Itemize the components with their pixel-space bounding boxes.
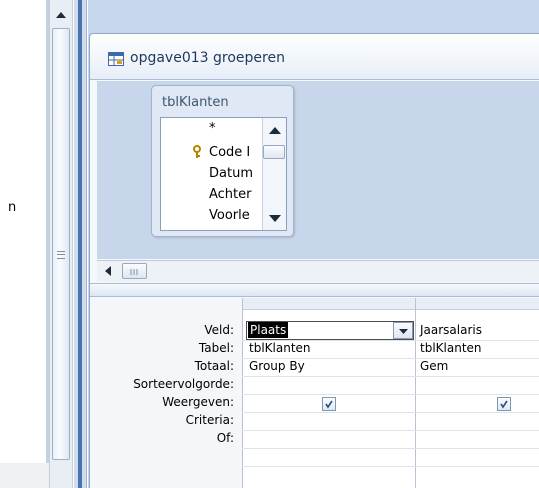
field-list-scrollbar[interactable] xyxy=(262,118,286,230)
grid-row-line xyxy=(242,412,539,413)
grid-row-line xyxy=(242,376,539,377)
tabel-cell-column-1[interactable]: tblKlanten xyxy=(249,341,311,355)
veld-value-selected[interactable]: Plaats xyxy=(248,322,289,338)
grid-row-line xyxy=(242,466,539,467)
field-item[interactable]: Code I xyxy=(209,145,250,160)
totaal-cell-column-2[interactable]: Gem xyxy=(420,359,448,373)
vertical-scroll-thumb[interactable] xyxy=(52,28,70,460)
tabel-cell-column-2[interactable]: tblKlanten xyxy=(420,341,482,355)
primary-key-icon xyxy=(192,145,202,159)
row-label-weergeven: Weergeven: xyxy=(162,395,234,409)
scroll-down-arrow-icon xyxy=(269,215,281,222)
totaal-cell-column-1[interactable]: Group By xyxy=(249,359,305,373)
window-frame-accent xyxy=(78,0,82,488)
field-item[interactable]: Achter xyxy=(209,187,252,202)
grid-row-line xyxy=(242,430,539,431)
row-label-of: Of: xyxy=(216,431,234,445)
dropdown-arrow-icon[interactable] xyxy=(393,322,413,339)
horizontal-scrollbar[interactable] xyxy=(97,260,539,282)
field-item-all[interactable]: * xyxy=(209,121,216,136)
row-label-veld: Veld: xyxy=(204,323,234,337)
veld-cell-column-2[interactable]: Jaarsalaris xyxy=(420,323,482,337)
query-icon xyxy=(108,52,124,66)
row-label-totaal: Totaal: xyxy=(194,359,234,373)
field-list-scroll-thumb[interactable] xyxy=(263,145,285,159)
horizontal-scroll-thumb[interactable] xyxy=(122,263,147,279)
grid-row-line xyxy=(242,448,539,449)
grid-divider xyxy=(242,298,243,488)
pane-splitter[interactable] xyxy=(90,283,539,297)
navigation-pane xyxy=(0,0,48,463)
scroll-up-arrow-icon xyxy=(269,127,281,134)
grid-row-line xyxy=(242,394,539,395)
scroll-up-arrow-icon[interactable] xyxy=(52,8,70,22)
table-field-list-title[interactable]: tblKlanten xyxy=(162,95,229,110)
navigation-item-fragment[interactable]: n xyxy=(8,200,16,215)
row-label-tabel: Tabel: xyxy=(198,341,234,355)
field-item[interactable]: Voorle xyxy=(209,208,250,223)
row-label-sorteervolgorde: Sorteervolgorde: xyxy=(133,377,234,391)
grid-column-selectors[interactable] xyxy=(242,298,539,310)
row-label-criteria: Criteria: xyxy=(185,413,234,427)
scroll-grip-line xyxy=(57,254,65,255)
query-window-title: opgave013 groeperen xyxy=(130,50,285,66)
checkbox-checked-icon[interactable] xyxy=(497,397,511,411)
field-item[interactable]: Datum xyxy=(209,166,253,181)
navigation-pane-footer xyxy=(0,463,50,488)
checkbox-checked-icon[interactable] xyxy=(322,397,336,411)
grid-divider xyxy=(415,298,416,488)
scroll-grip-icon xyxy=(57,251,65,259)
scroll-left-arrow-icon[interactable] xyxy=(101,264,115,278)
